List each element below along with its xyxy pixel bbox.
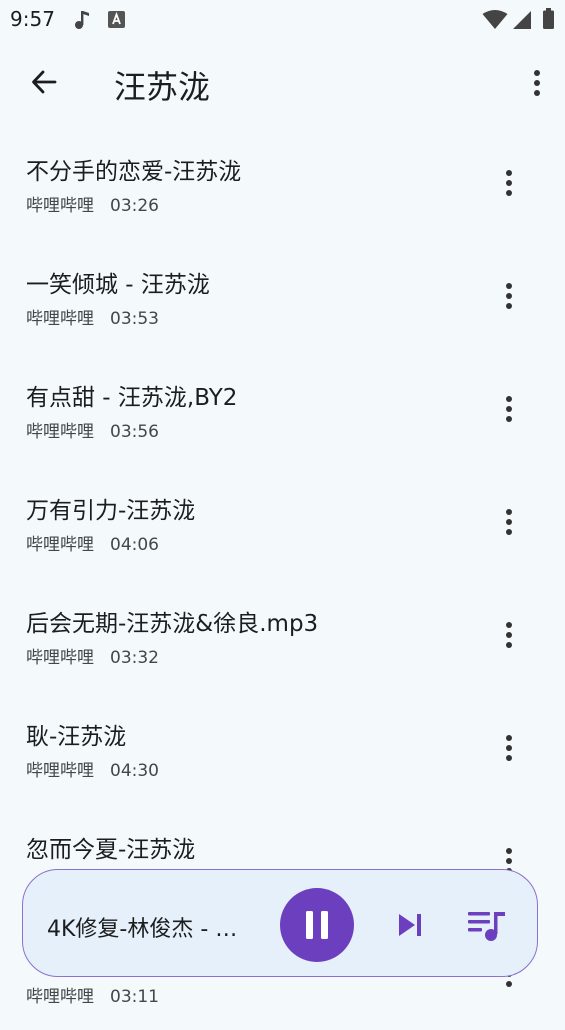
song-source: 哔哩哔哩 — [26, 987, 94, 1007]
song-duration: 04:30 — [110, 761, 159, 781]
song-item[interactable]: 耿-汪苏泷 哔哩哔哩 04:30 — [0, 691, 565, 804]
song-title: 万有引力-汪苏泷 — [26, 498, 196, 524]
song-meta: 哔哩哔哩 03:56 — [26, 417, 159, 442]
skip-next-icon — [399, 914, 421, 936]
song-duration: 03:26 — [110, 196, 159, 216]
song-title: 后会无期-汪苏泷&徐良.mp3 — [26, 611, 319, 637]
song-item[interactable]: 一笑倾城 - 汪苏泷 哔哩哔哩 03:53 — [0, 239, 565, 352]
song-item[interactable]: 后会无期-汪苏泷&徐良.mp3 哔哩哔哩 03:32 — [0, 578, 565, 691]
song-title: 不分手的恋爱-汪苏泷 — [26, 159, 242, 185]
queue-music-icon — [468, 912, 505, 941]
back-button[interactable] — [18, 58, 70, 106]
song-item[interactable]: 有点甜 - 汪苏泷,BY2 哔哩哔哩 03:56 — [0, 352, 565, 465]
song-more-button[interactable] — [495, 281, 523, 311]
arrow-back-icon — [32, 70, 57, 94]
song-item[interactable]: 万有引力-汪苏泷 哔哩哔哩 04:06 — [0, 465, 565, 578]
wifi-icon — [482, 10, 508, 29]
battery-icon — [543, 8, 554, 29]
song-more-button[interactable] — [495, 733, 523, 763]
song-meta: 哔哩哔哩 03:26 — [26, 191, 159, 216]
song-more-button[interactable] — [495, 394, 523, 424]
music-note-icon — [75, 11, 89, 29]
more-vert-icon — [506, 396, 512, 422]
song-duration: 03:11 — [110, 987, 159, 1007]
song-source: 哔哩哔哩 — [26, 422, 94, 442]
next-button[interactable] — [393, 908, 427, 942]
status-bar: 9:57 — [0, 0, 565, 40]
song-item[interactable]: 不分手的恋爱-汪苏泷 哔哩哔哩 03:26 — [0, 126, 565, 239]
song-duration: 03:32 — [110, 648, 159, 668]
pause-button[interactable] — [280, 888, 354, 962]
font-a-icon — [108, 11, 125, 28]
song-duration: 03:56 — [110, 422, 159, 442]
status-time: 9:57 — [10, 7, 55, 31]
signal-icon — [513, 11, 531, 29]
song-title: 一笑倾城 - 汪苏泷 — [26, 272, 210, 298]
song-meta: 哔哩哔哩 03:53 — [26, 304, 159, 329]
page-title: 汪苏泷 — [114, 68, 211, 106]
song-title: 耿-汪苏泷 — [26, 724, 127, 750]
queue-button[interactable] — [465, 906, 509, 946]
song-title: 有点甜 - 汪苏泷,BY2 — [26, 385, 238, 411]
more-vert-icon — [534, 70, 540, 96]
song-meta: 哔哩哔哩 03:32 — [26, 643, 159, 668]
more-vert-icon — [506, 170, 512, 196]
song-source: 哔哩哔哩 — [26, 535, 94, 555]
song-duration: 03:53 — [110, 309, 159, 329]
song-more-button[interactable] — [495, 168, 523, 198]
song-title: 忽而今夏-汪苏泷 — [26, 837, 196, 863]
song-duration: 04:06 — [110, 535, 159, 555]
overflow-menu-button[interactable] — [523, 60, 551, 106]
more-vert-icon — [506, 735, 512, 761]
song-more-button[interactable] — [495, 507, 523, 537]
song-source: 哔哩哔哩 — [26, 309, 94, 329]
now-playing-title[interactable]: 4K修复-林俊杰 - … — [47, 911, 259, 943]
song-meta: 哔哩哔哩 04:30 — [26, 756, 159, 781]
mini-player[interactable]: 4K修复-林俊杰 - … — [22, 869, 538, 977]
song-source: 哔哩哔哩 — [26, 648, 94, 668]
app-bar: 汪苏泷 — [0, 40, 565, 126]
more-vert-icon — [506, 283, 512, 309]
pause-icon — [306, 911, 328, 939]
song-source: 哔哩哔哩 — [26, 196, 94, 216]
song-more-button[interactable] — [495, 620, 523, 650]
song-meta: 哔哩哔哩 03:11 — [26, 982, 159, 1007]
song-source: 哔哩哔哩 — [26, 761, 94, 781]
more-vert-icon — [506, 509, 512, 535]
more-vert-icon — [506, 622, 512, 648]
song-meta: 哔哩哔哩 04:06 — [26, 530, 159, 555]
